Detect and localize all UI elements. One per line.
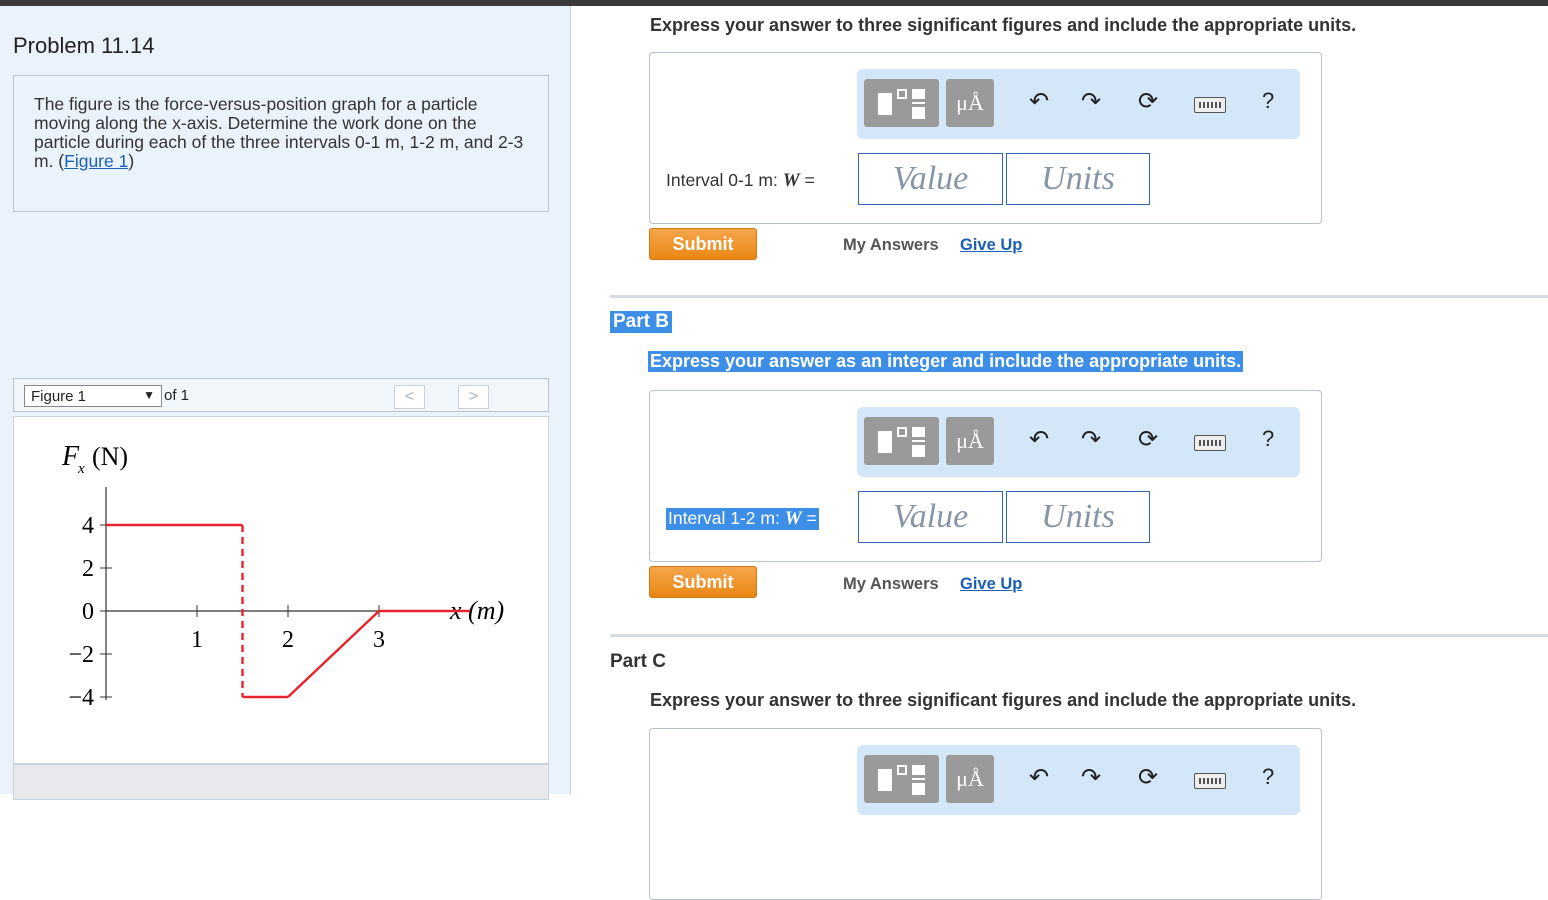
undo-icon[interactable]: ↶ — [1029, 763, 1049, 792]
y-tick-label: −4 — [68, 685, 94, 711]
part-c-math-toolbar: μÅ ↶ ↷ ⟳ ? — [857, 745, 1300, 815]
templates-icon[interactable] — [864, 417, 939, 465]
part-b-instruction: Express your answer as an integer and in… — [648, 351, 1244, 372]
force-position-graph: F x (N) x (m) 420−2−4 123 — [61, 441, 504, 711]
part-b-my-answers-link[interactable]: My Answers — [843, 575, 939, 594]
part-a-units-input[interactable]: Units — [1006, 153, 1150, 205]
keyboard-icon[interactable] — [1194, 97, 1226, 113]
undo-icon[interactable]: ↶ — [1029, 425, 1049, 454]
figure-area: F x (N) x (m) 4 2 0 −2 −4 123 — [13, 416, 549, 764]
undo-icon[interactable]: ↶ — [1029, 87, 1049, 116]
part-c-instruction: Express your answer to three significant… — [650, 690, 1357, 710]
symbols-units-button[interactable]: μÅ — [946, 79, 994, 127]
part-a-instruction: Express your answer to three significant… — [650, 15, 1357, 35]
chevron-down-icon: ▼ — [143, 388, 155, 402]
reset-icon[interactable]: ⟳ — [1138, 763, 1158, 792]
y-tick-label: −2 — [68, 642, 94, 668]
part-c-title: Part C — [610, 651, 666, 672]
part-a-math-toolbar: μÅ ↶ ↷ ⟳ ? — [857, 69, 1300, 139]
problem-statement: The figure is the force-versus-position … — [13, 75, 549, 212]
keyboard-icon[interactable] — [1194, 435, 1226, 451]
x-tick-label: 1 — [191, 627, 203, 653]
part-b-answer-label: Interval 1-2 m: W = — [666, 508, 819, 530]
y-axis-label-subscript: x — [77, 461, 85, 477]
x-tick-label: 3 — [373, 627, 385, 653]
part-a-give-up-link[interactable]: Give Up — [960, 236, 1022, 255]
templates-icon[interactable] — [864, 755, 939, 803]
figure-count: of 1 — [164, 387, 190, 404]
graph-line-segment — [287, 610, 380, 698]
figure-select[interactable]: Figure 1 ▼ — [24, 385, 162, 407]
redo-icon[interactable]: ↷ — [1081, 425, 1101, 454]
problem-title: Problem 11.14 — [13, 33, 155, 58]
part-a-value-input[interactable]: Value — [858, 153, 1003, 205]
reset-icon[interactable]: ⟳ — [1138, 87, 1158, 116]
symbols-units-button[interactable]: μÅ — [946, 755, 994, 803]
part-b-math-toolbar: μÅ ↶ ↷ ⟳ ? — [857, 407, 1300, 477]
part-a-submit-button[interactable]: Submit — [649, 228, 757, 260]
part-a-answer-label: Interval 0-1 m: W = — [666, 170, 815, 191]
figure-select-value: Figure 1 — [31, 388, 87, 405]
next-figure-button[interactable]: > — [458, 385, 489, 409]
y-tick-label: 0 — [82, 599, 94, 625]
symbols-units-button[interactable]: μÅ — [946, 417, 994, 465]
problem-panel: Problem 11.14 The figure is the force-ve… — [0, 6, 571, 800]
figure-footer — [13, 764, 549, 800]
redo-icon[interactable]: ↷ — [1081, 763, 1101, 792]
part-b-units-input[interactable]: Units — [1006, 491, 1150, 543]
part-a-my-answers-link[interactable]: My Answers — [843, 236, 939, 255]
templates-icon[interactable] — [864, 79, 939, 127]
part-b-answer-box: μÅ ↶ ↷ ⟳ ? Interval 1-2 m: W = Value Uni… — [649, 390, 1322, 562]
help-icon[interactable]: ? — [1262, 88, 1274, 114]
y-tick-label: 4 — [82, 513, 94, 539]
part-b-value-input[interactable]: Value — [858, 491, 1003, 543]
figure-navigator: Figure 1 ▼ of 1 < > — [13, 378, 549, 412]
part-b-title: Part B — [610, 311, 672, 333]
part-a-answer-box: μÅ ↶ ↷ ⟳ ? Interval 0-1 m: W = Value Uni… — [649, 52, 1322, 224]
divider — [610, 634, 1548, 637]
y-axis-unit: (N) — [92, 442, 128, 471]
divider — [610, 295, 1548, 298]
part-b-give-up-link[interactable]: Give Up — [960, 575, 1022, 594]
redo-icon[interactable]: ↷ — [1081, 87, 1101, 116]
x-tick-label: 2 — [282, 627, 294, 653]
part-b-submit-button[interactable]: Submit — [649, 566, 757, 598]
prev-figure-button[interactable]: < — [394, 385, 425, 409]
keyboard-icon[interactable] — [1194, 773, 1226, 789]
reset-icon[interactable]: ⟳ — [1138, 425, 1158, 454]
help-icon[interactable]: ? — [1262, 764, 1274, 790]
problem-text-end: ) — [128, 151, 135, 171]
y-tick-label: 2 — [82, 556, 94, 582]
help-icon[interactable]: ? — [1262, 426, 1274, 452]
part-c-answer-box: μÅ ↶ ↷ ⟳ ? — [649, 728, 1322, 900]
figure-link[interactable]: Figure 1 — [64, 151, 128, 171]
